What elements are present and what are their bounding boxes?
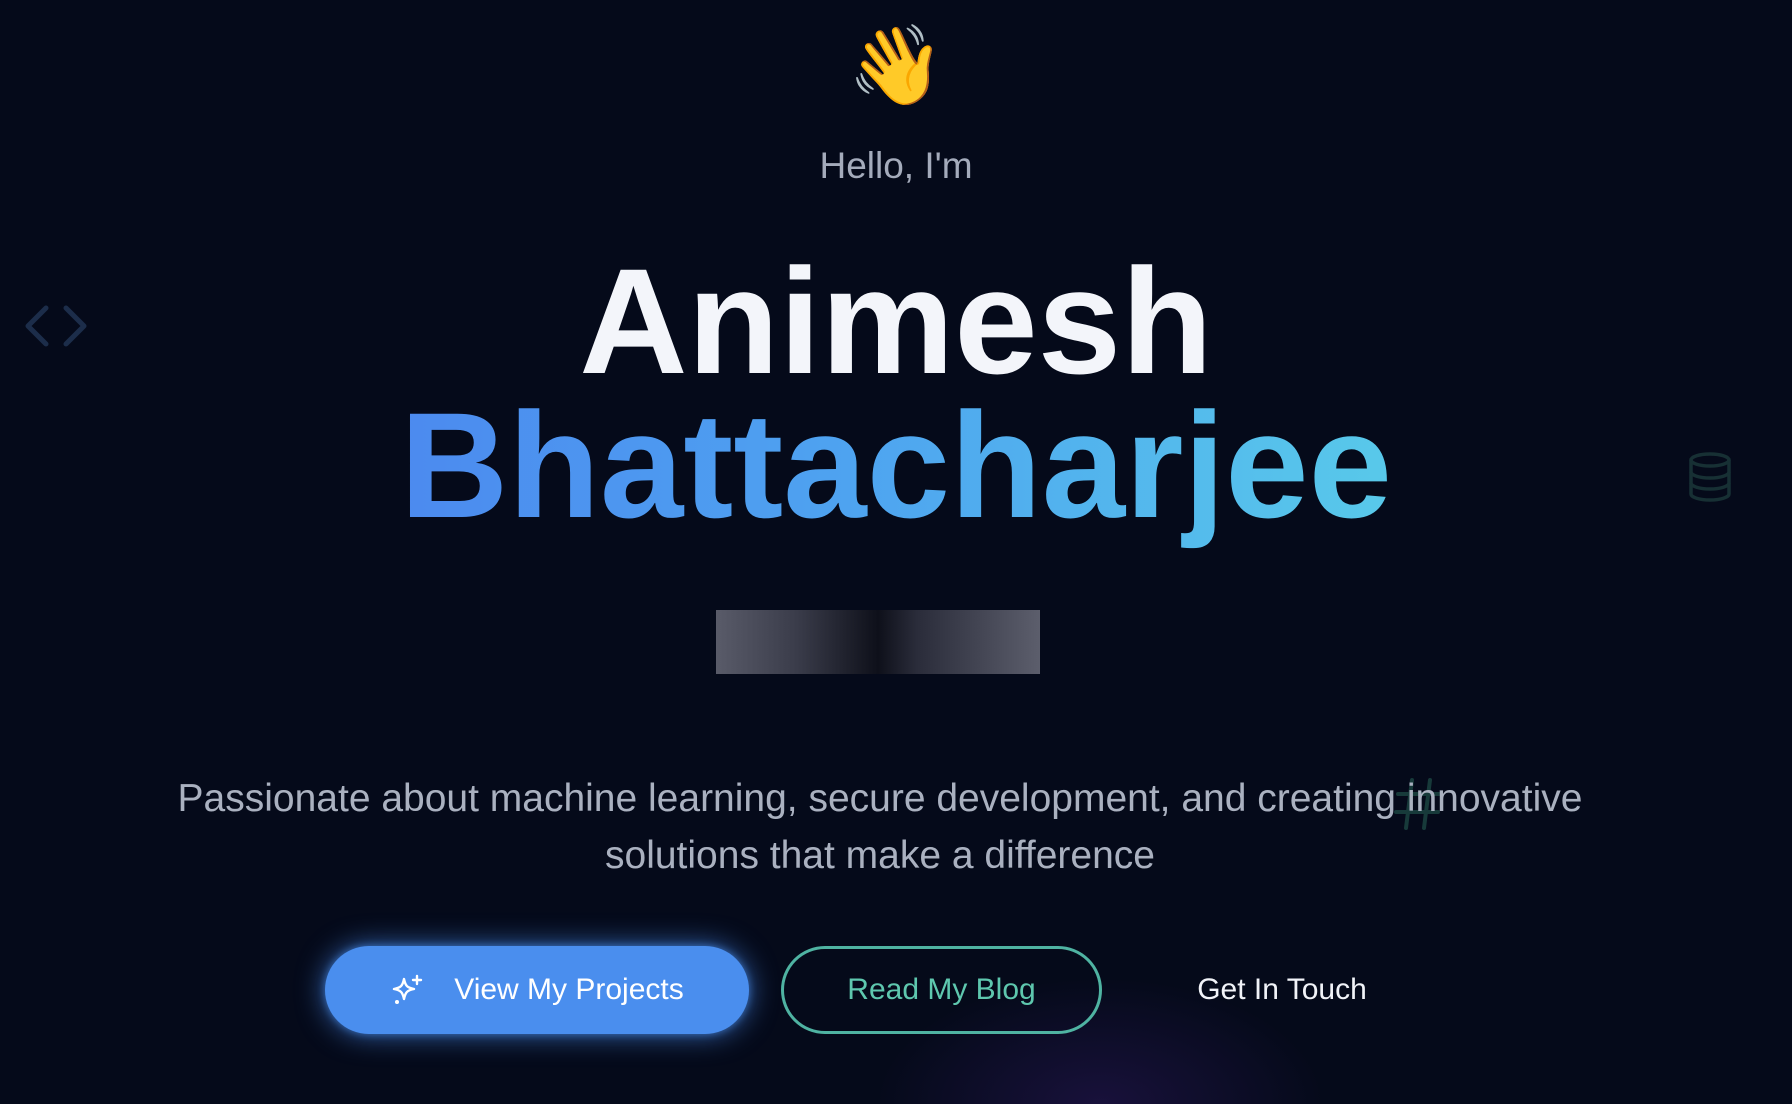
read-blog-label: Read My Blog xyxy=(847,973,1036,1006)
typing-role-placeholder xyxy=(716,610,1040,674)
last-name-heading: Bhattacharjee xyxy=(399,381,1393,549)
hero-section: 👋 Hello, I'm Animesh Bhattacharjee Passi… xyxy=(0,0,1792,1104)
last-name-wrapper: Bhattacharjee xyxy=(0,380,1792,550)
tagline-line-2: solutions that make a difference xyxy=(605,834,1155,877)
database-icon xyxy=(1689,452,1731,502)
code-icon xyxy=(25,305,87,347)
tagline-text: Passionate about machine learning, secur… xyxy=(90,770,1670,884)
view-projects-button[interactable]: View My Projects xyxy=(325,946,749,1034)
view-projects-label: View My Projects xyxy=(454,973,684,1006)
get-in-touch-button[interactable]: Get In Touch xyxy=(1160,946,1404,1034)
tagline-line-1: Passionate about machine learning, secur… xyxy=(177,777,1583,820)
sparkles-icon xyxy=(393,974,423,1004)
get-in-touch-label: Get In Touch xyxy=(1197,973,1367,1006)
greeting-text: Hello, I'm xyxy=(819,145,973,186)
read-blog-button[interactable]: Read My Blog xyxy=(781,946,1102,1034)
waving-hand-icon: 👋 xyxy=(847,21,945,109)
